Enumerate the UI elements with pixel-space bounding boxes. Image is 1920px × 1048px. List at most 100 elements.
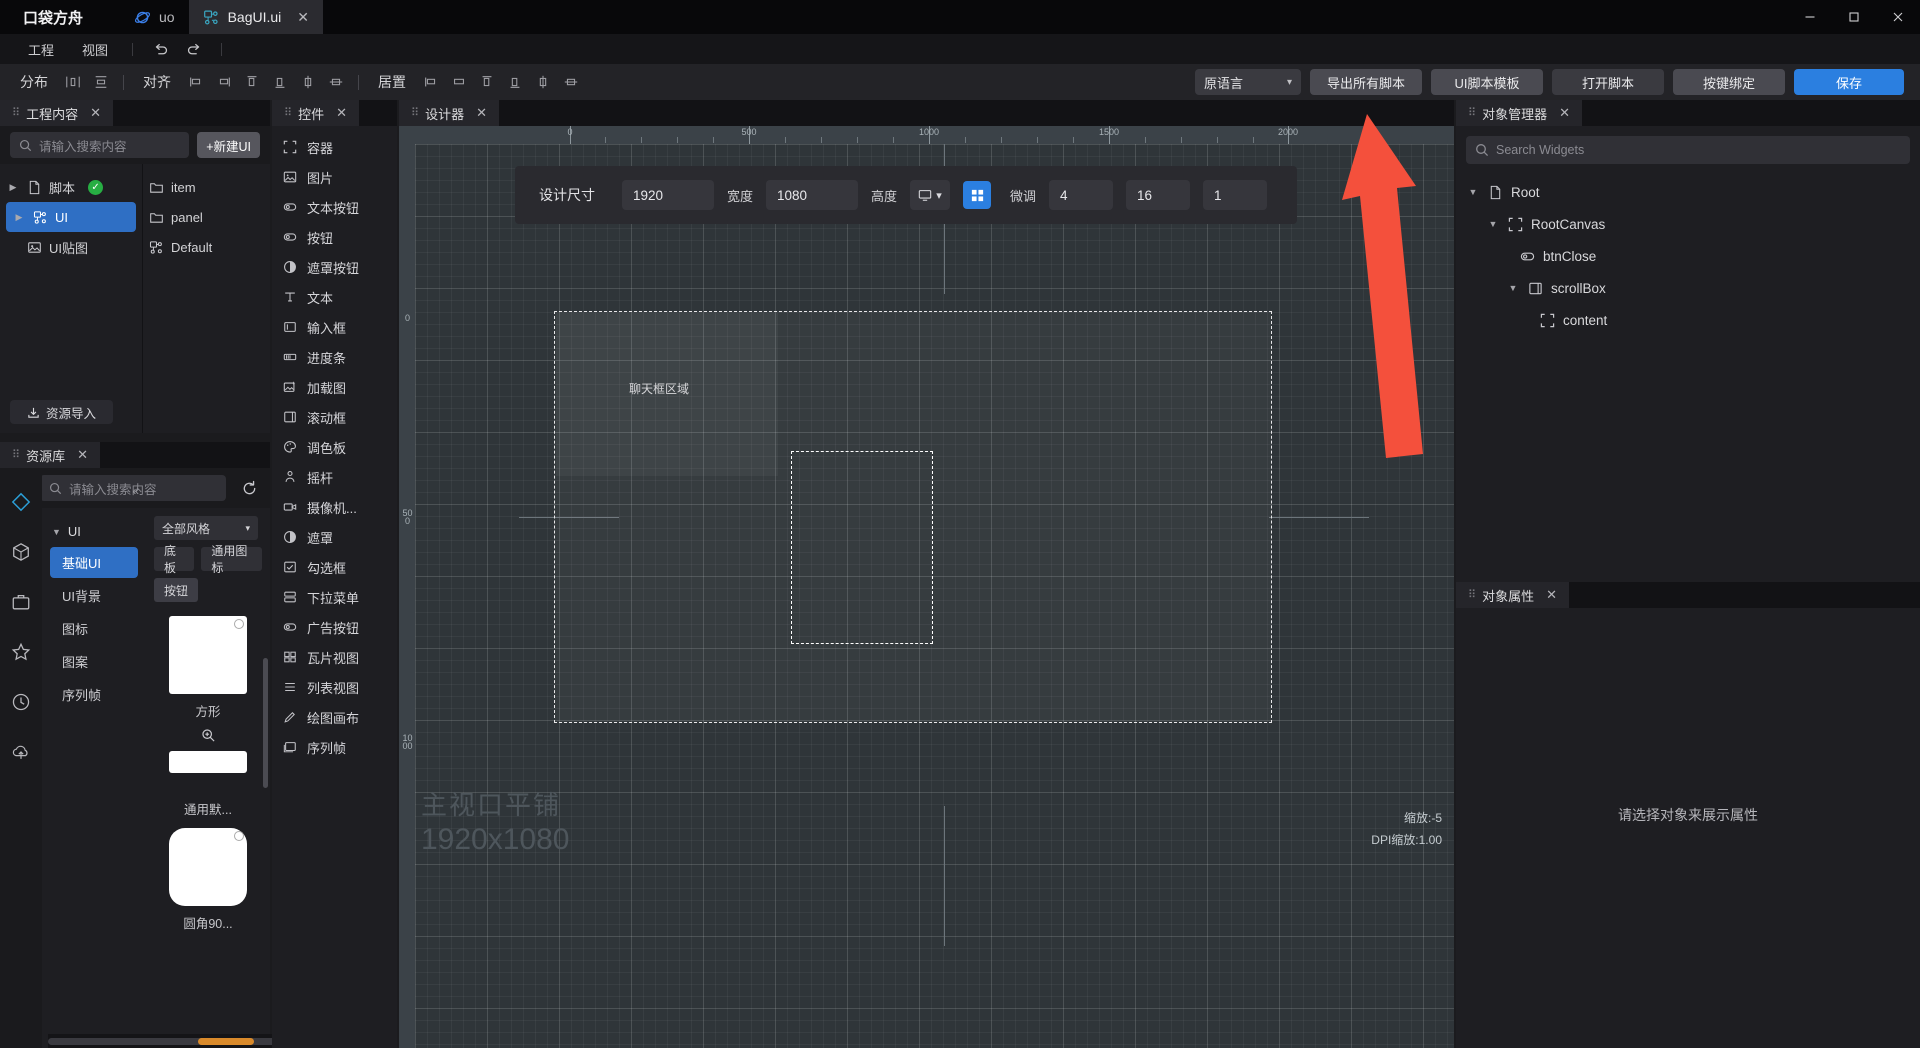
object-manager-tab[interactable]: ⠿ 对象管理器 ✕ bbox=[1456, 100, 1582, 126]
clock-icon[interactable] bbox=[7, 688, 35, 716]
menu-item-project[interactable]: 工程 bbox=[16, 36, 66, 63]
selection-box[interactable] bbox=[791, 451, 933, 644]
center-top-icon[interactable] bbox=[474, 70, 500, 94]
widget-item-ad-button[interactable]: 广告按钮 bbox=[272, 612, 397, 642]
close-icon[interactable]: ✕ bbox=[297, 9, 309, 26]
star-icon[interactable] bbox=[7, 638, 35, 666]
close-icon[interactable]: ✕ bbox=[90, 105, 101, 121]
artboard[interactable]: 聊天框区域 bbox=[554, 311, 1272, 723]
cube-icon[interactable] bbox=[7, 538, 35, 566]
grid-toggle-button[interactable] bbox=[963, 181, 992, 209]
widget-item-palette[interactable]: 调色板 bbox=[272, 432, 397, 462]
widget-item-scrollbox[interactable]: 滚动框 bbox=[272, 402, 397, 432]
upload-cloud-icon[interactable] bbox=[7, 738, 35, 766]
collapse-icon[interactable]: « bbox=[132, 484, 139, 498]
file-item-panel[interactable]: panel bbox=[143, 202, 270, 232]
resource-import-button[interactable]: 资源导入 bbox=[10, 400, 113, 424]
close-icon[interactable]: ✕ bbox=[336, 105, 347, 121]
chip-button[interactable]: 按钮 bbox=[154, 578, 199, 602]
maximize-button[interactable] bbox=[1832, 0, 1876, 34]
redo-icon[interactable] bbox=[179, 37, 209, 61]
category-group-ui[interactable]: ▼ UI bbox=[42, 518, 146, 545]
widget-item-container[interactable]: 容器 bbox=[272, 132, 397, 162]
style-select[interactable]: 全部风格 ▾ bbox=[154, 516, 258, 540]
chip-baseplate[interactable]: 底板 bbox=[154, 544, 195, 575]
object-row-root[interactable]: ▼ Root bbox=[1456, 176, 1920, 208]
widget-item-dropdown[interactable]: 下拉菜单 bbox=[272, 582, 397, 612]
briefcase-icon[interactable] bbox=[7, 588, 35, 616]
object-search-input[interactable]: Search Widgets bbox=[1466, 136, 1910, 164]
horizontal-scrollbar-track[interactable] bbox=[48, 1038, 308, 1045]
close-icon[interactable]: ✕ bbox=[77, 447, 88, 463]
file-item-default[interactable]: Default bbox=[143, 232, 270, 262]
widget-item-canvas[interactable]: 绘图画布 bbox=[272, 702, 397, 732]
widget-item-input[interactable]: 输入框 bbox=[272, 312, 397, 342]
undo-icon[interactable] bbox=[145, 37, 175, 61]
widget-item-list-view[interactable]: 列表视图 bbox=[272, 672, 397, 702]
drag-handle-icon[interactable]: ⠿ bbox=[1468, 107, 1476, 119]
center-vertical-icon[interactable] bbox=[530, 70, 556, 94]
tree-item-ui-texture[interactable]: UI贴图 bbox=[0, 232, 142, 262]
widget-item-loading-image[interactable]: 加载图 bbox=[272, 372, 397, 402]
chevron-right-icon[interactable]: ▶ bbox=[6, 182, 20, 193]
resource-item-square[interactable]: 方形 bbox=[154, 616, 262, 720]
center-horizontal-icon[interactable] bbox=[558, 70, 584, 94]
project-search-input[interactable]: 请输入搜索内容 bbox=[10, 132, 190, 158]
align-bottom-icon[interactable] bbox=[267, 70, 293, 94]
widget-item-mask[interactable]: 遮罩 bbox=[272, 522, 397, 552]
align-left-icon[interactable] bbox=[183, 70, 209, 94]
chevron-down-icon[interactable]: ▼ bbox=[1486, 219, 1500, 229]
language-select[interactable]: 原语言 ▾ bbox=[1195, 69, 1301, 95]
chevron-right-icon[interactable]: ▶ bbox=[12, 212, 26, 223]
designer-tab[interactable]: ⠿ 设计器 ✕ bbox=[399, 100, 499, 126]
key-binding-button[interactable]: 按键绑定 bbox=[1673, 69, 1785, 95]
drag-handle-icon[interactable]: ⠿ bbox=[12, 449, 20, 461]
object-row-rootcanvas[interactable]: ▼ RootCanvas bbox=[1456, 208, 1920, 240]
tree-item-scripts[interactable]: ▶ 脚本 ✓ bbox=[0, 172, 142, 202]
widgets-panel-tab[interactable]: ⠿ 控件 ✕ bbox=[272, 100, 359, 126]
category-item-ui-background[interactable]: UI背景 bbox=[50, 580, 138, 611]
open-script-button[interactable]: 打开脚本 bbox=[1552, 69, 1664, 95]
close-button[interactable] bbox=[1876, 0, 1920, 34]
chevron-down-icon[interactable]: ▼ bbox=[1466, 187, 1480, 197]
design-height-input[interactable]: 1080 bbox=[766, 180, 859, 210]
category-item-icon[interactable]: 图标 bbox=[50, 613, 138, 644]
object-row-scrollbox[interactable]: ▼ scrollBox bbox=[1456, 272, 1920, 304]
new-ui-button[interactable]: +新建UI bbox=[197, 132, 260, 158]
designer-canvas[interactable]: 聊天框区域 主视口平铺 1920x1080 缩放:-5 DPI缩放:1.00 0… bbox=[399, 126, 1454, 1048]
align-top-icon[interactable] bbox=[239, 70, 265, 94]
widget-item-image[interactable]: 图片 bbox=[272, 162, 397, 192]
widget-item-button[interactable]: 按钮 bbox=[272, 222, 397, 252]
widget-item-progress[interactable]: 进度条 bbox=[272, 342, 397, 372]
menu-item-view[interactable]: 视图 bbox=[70, 36, 120, 63]
category-item-sequence[interactable]: 序列帧 bbox=[50, 679, 138, 710]
fine-tune-input-3[interactable]: 1 bbox=[1203, 180, 1268, 210]
refresh-icon[interactable] bbox=[236, 480, 262, 497]
device-select[interactable]: ▾ bbox=[910, 180, 951, 210]
widget-item-mask-button[interactable]: 遮罩按钮 bbox=[272, 252, 397, 282]
distribute-horizontal-icon[interactable] bbox=[60, 70, 86, 94]
export-all-scripts-button[interactable]: 导出所有脚本 bbox=[1310, 69, 1422, 95]
resource-item-common-default[interactable]: 通用默... 圆角90... bbox=[154, 787, 262, 932]
file-item-item[interactable]: item bbox=[143, 172, 270, 202]
drag-handle-icon[interactable]: ⠿ bbox=[411, 107, 419, 119]
widget-item-tile-view[interactable]: 瓦片视图 bbox=[272, 642, 397, 672]
widget-item-camera[interactable]: 摄像机... bbox=[272, 492, 397, 522]
category-item-basic-ui[interactable]: 基础UI bbox=[50, 547, 138, 578]
editor-tab-uo[interactable]: uo bbox=[120, 0, 189, 34]
chevron-down-icon[interactable]: ▼ bbox=[1506, 283, 1520, 293]
widget-item-checkbox[interactable]: 勾选框 bbox=[272, 552, 397, 582]
diamond-icon[interactable] bbox=[7, 488, 35, 516]
fine-tune-input-1[interactable]: 4 bbox=[1049, 180, 1114, 210]
design-width-input[interactable]: 1920 bbox=[622, 180, 714, 210]
widget-item-joystick[interactable]: 摇杆 bbox=[272, 462, 397, 492]
widget-item-sequence[interactable]: 序列帧 bbox=[272, 732, 397, 762]
horizontal-scrollbar-thumb[interactable] bbox=[198, 1038, 254, 1045]
drag-handle-icon[interactable]: ⠿ bbox=[12, 107, 20, 119]
center-left-icon[interactable] bbox=[418, 70, 444, 94]
drag-handle-icon[interactable]: ⠿ bbox=[284, 107, 292, 119]
object-row-btnclose[interactable]: btnClose bbox=[1456, 240, 1920, 272]
align-right-icon[interactable] bbox=[211, 70, 237, 94]
resource-scrollbar[interactable] bbox=[263, 658, 268, 788]
resource-panel-tab[interactable]: ⠿ 资源库 ✕ bbox=[0, 442, 100, 468]
